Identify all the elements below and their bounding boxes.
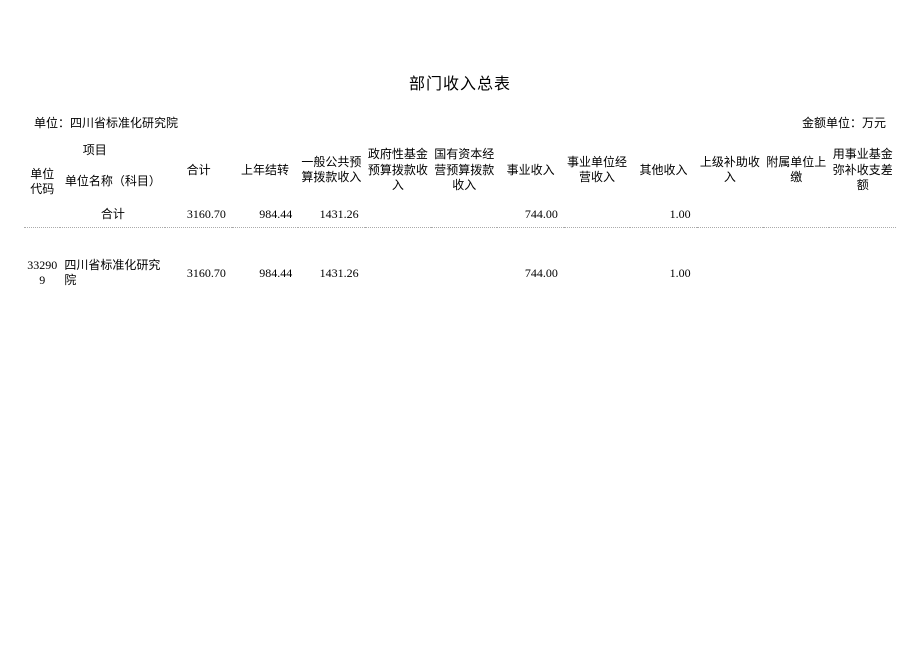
table-row: 332909 四川省标准化研究院 3160.70 984.44 1431.26 …	[24, 254, 896, 293]
header-prev-carry: 上年结转	[232, 139, 298, 202]
cell-gen: 1431.26	[298, 254, 364, 293]
cell-gov	[365, 202, 431, 228]
table-row-total: 合计 3160.70 984.44 1431.26 744.00 1.00	[24, 202, 896, 228]
cell-aff	[763, 254, 829, 293]
separator-row	[24, 228, 896, 254]
amount-unit-label: 金额单位：万元	[802, 114, 886, 131]
header-institution-oper: 事业单位经营收入	[564, 139, 630, 202]
header-project-group: 项目	[24, 139, 165, 163]
income-table-wrap: 项目 合计 上年结转 一般公共预算拨款收入 政府性基金预算拨款收入 国有资本经营…	[0, 139, 920, 293]
cell-name: 合计	[60, 202, 165, 228]
cell-code: 332909	[24, 254, 60, 293]
cell-prev: 984.44	[232, 202, 298, 228]
cell-bal	[829, 202, 896, 228]
header-business-income: 事业收入	[497, 139, 563, 202]
meta-row: 单位：四川省标准化研究院 金额单位：万元	[0, 114, 920, 139]
cell-other: 1.00	[630, 254, 696, 293]
unit-label: 单位：四川省标准化研究院	[34, 114, 178, 131]
cell-prev: 984.44	[232, 254, 298, 293]
cell-code	[24, 202, 60, 228]
cell-inst	[564, 254, 630, 293]
header-upper-subsidy: 上级补助收入	[697, 139, 763, 202]
header-affiliated-payin: 附属单位上缴	[763, 139, 829, 202]
cell-upper	[697, 202, 763, 228]
header-general-public: 一般公共预算拨款收入	[298, 139, 364, 202]
cell-biz: 744.00	[497, 254, 563, 293]
header-other-income: 其他收入	[630, 139, 696, 202]
cell-total: 3160.70	[165, 202, 231, 228]
cell-total: 3160.70	[165, 254, 231, 293]
header-total: 合计	[165, 139, 231, 202]
header-unit-code: 单位代码	[24, 163, 60, 202]
header-unit-name: 单位名称（科目）	[60, 163, 165, 202]
cell-name: 四川省标准化研究院	[60, 254, 165, 293]
cell-aff	[763, 202, 829, 228]
header-fund-balance: 用事业基金弥补收支差额	[829, 139, 896, 202]
page-title: 部门收入总表	[0, 0, 920, 114]
cell-gov	[365, 254, 431, 293]
cell-upper	[697, 254, 763, 293]
cell-other: 1.00	[630, 202, 696, 228]
cell-biz: 744.00	[497, 202, 563, 228]
income-table: 项目 合计 上年结转 一般公共预算拨款收入 政府性基金预算拨款收入 国有资本经营…	[24, 139, 896, 293]
header-gov-fund: 政府性基金预算拨款收入	[365, 139, 431, 202]
cell-inst	[564, 202, 630, 228]
cell-state	[431, 202, 497, 228]
cell-state	[431, 254, 497, 293]
cell-gen: 1431.26	[298, 202, 364, 228]
header-state-capital: 国有资本经营预算拨款收入	[431, 139, 497, 202]
cell-bal	[829, 254, 896, 293]
